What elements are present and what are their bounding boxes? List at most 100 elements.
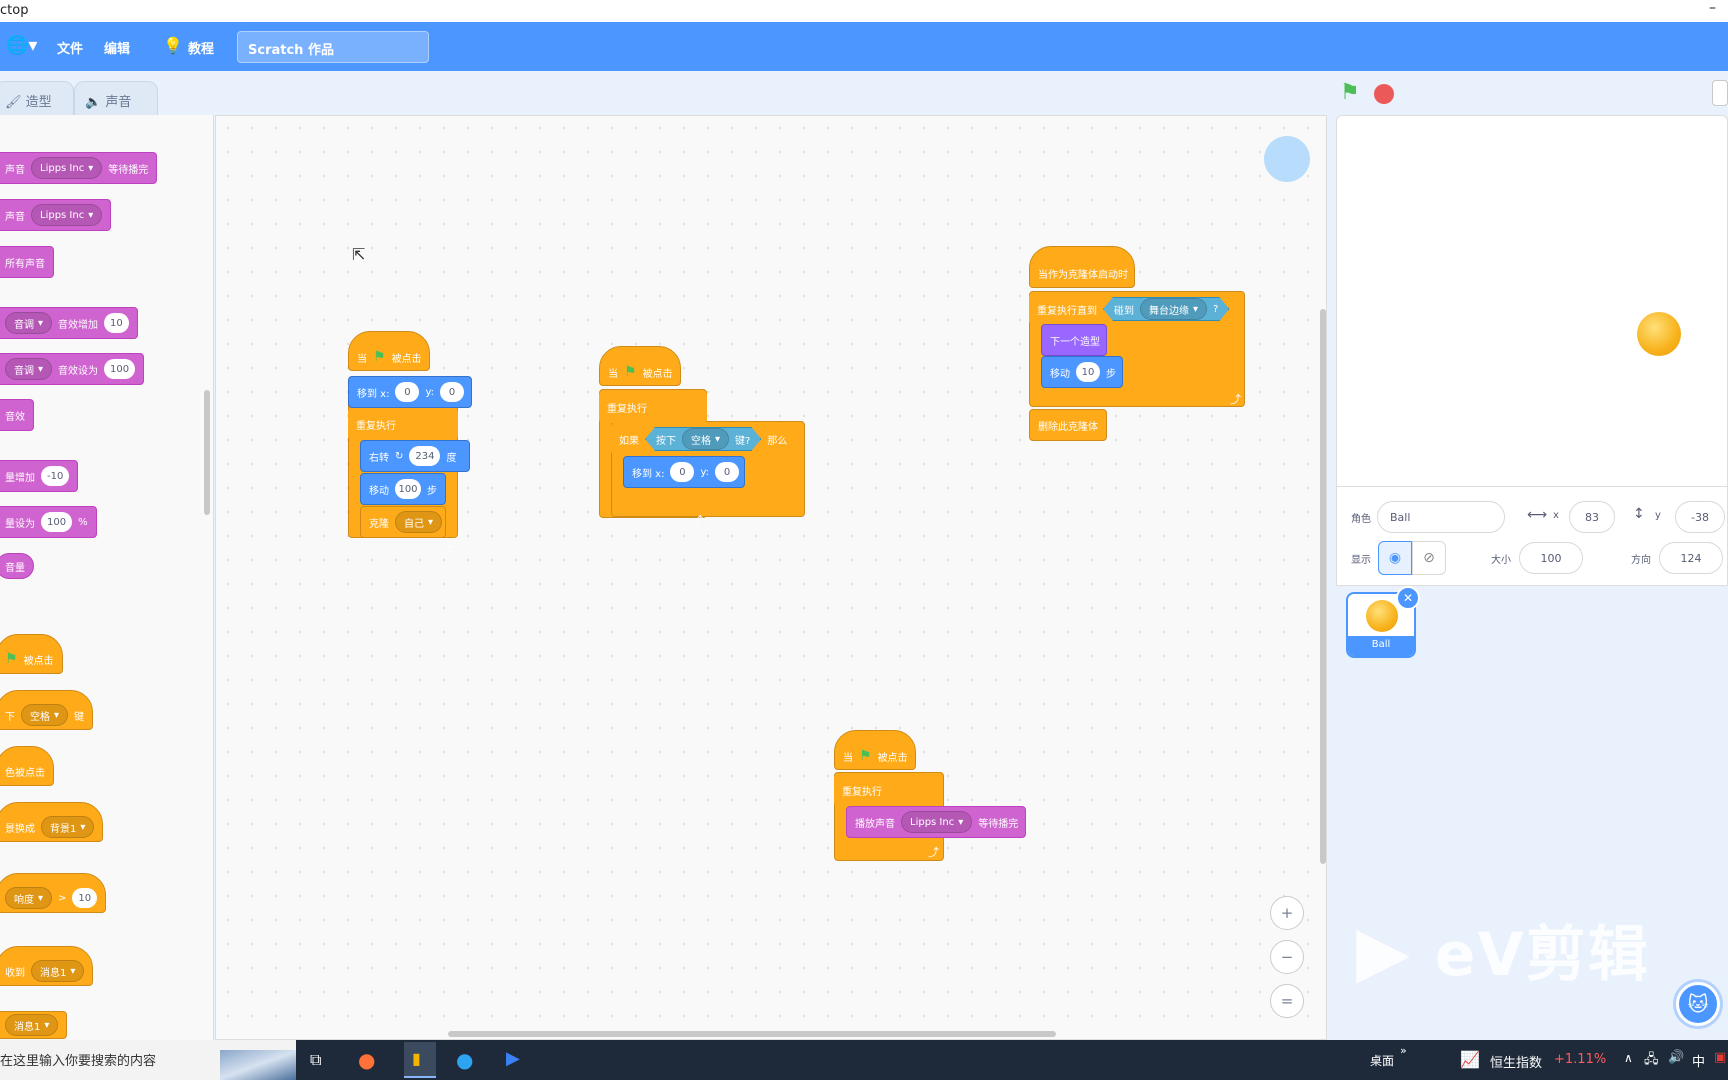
palette-block-stop-all-sounds[interactable]: 所有声音 [0,246,54,278]
y-input[interactable]: -38 [1675,501,1725,533]
taskbar: 在这里输入你要搜索的内容 ⧉ ● ▮ ● ▶ 桌面 » 📈 恒生指数 +1.11… [0,1040,1728,1080]
script-area[interactable]: ⇱ 当 ⚑ 被点击 移到 x: 0 y: 0 重复执行 右转 ↻ 234 度 移动 100 步 克隆… [215,115,1327,1040]
green-flag-icon: ⚑ [624,364,637,380]
ball-thumbnail-icon [1366,600,1398,632]
y-arrows-icon: ↕ [1633,506,1645,522]
zoom-out-button[interactable]: − [1270,940,1304,974]
ev-recorder-icon[interactable]: ▶ [506,1048,520,1069]
sprite-name-label: 角色 [1351,514,1371,525]
palette-block-change-effect[interactable]: 音调 ▾ 音效增加 10 [0,307,138,339]
menu-edit[interactable]: 编辑 [104,38,130,57]
palette-hat-receive[interactable]: 收到 消息1 ▾ [0,946,94,986]
ball-sprite[interactable] [1637,312,1681,356]
play-triangle-icon: ▶ [1356,910,1412,992]
size-input[interactable]: 100 [1519,542,1583,574]
firefox-icon[interactable]: ● [358,1048,375,1072]
eye-icon: ◉ [1388,550,1402,566]
hat-flag-clicked[interactable]: 当 ⚑ 被点击 [348,331,430,371]
hat-flag-clicked[interactable]: 当 ⚑ 被点击 [599,346,681,386]
eye-slash-icon: ⊘ [1423,550,1435,566]
sprite-ghost-icon [1264,136,1310,182]
y-label: y [1655,510,1661,521]
palette-block-clear-effects[interactable]: 音效 [0,399,34,431]
canvas-vertical-scrollbar[interactable] [1320,309,1326,864]
palette-hat-key-pressed[interactable]: 下空格 ▾ 键 [0,690,94,730]
show-visible-button[interactable]: ◉ [1378,541,1412,575]
menu-tutorial[interactable]: 教程 [188,38,214,57]
palette-block-start-sound[interactable]: 声音 Lipps Inc ▾ [0,199,112,231]
volume-icon[interactable]: 🔊 [1668,1050,1684,1065]
tab-sounds[interactable]: 🔈 声音 [74,81,158,115]
speaker-icon: 🔈 [85,95,102,110]
block-forever[interactable]: 重复执行 [348,408,458,440]
block-next-costume[interactable]: 下一个造型 [1041,324,1107,356]
hat-flag-clicked[interactable]: 当 ⚑ 被点击 [834,730,916,770]
lightbulb-icon: 💡 [163,36,183,55]
x-arrows-icon: ⟷ [1527,507,1548,523]
block-repeat-until[interactable]: 重复执行直到 碰到 舞台边缘 ▾? [1029,293,1243,325]
block-delete-clone[interactable]: 删除此克隆体 [1029,409,1107,441]
taskbar-desktop[interactable]: 桌面 [1370,1052,1394,1069]
taskbar-app-active[interactable]: ▮ [404,1042,436,1078]
canvas-horizontal-scrollbar[interactable] [448,1031,1056,1037]
block-if-then[interactable]: 如果 按下 空格 ▾ 键? 那么 [611,423,803,455]
notification-icon[interactable]: ▣ [1714,1050,1726,1065]
sprite-info-panel: 角色 Ball ⟷ x 83 ↕ y -38 显示 ◉ ⊘ 大小 100 方向 … [1336,486,1728,586]
sprite-name-input[interactable]: Ball [1377,501,1505,533]
palette-block-set-volume[interactable]: 量设为 100% [0,506,97,538]
zoom-reset-button[interactable]: = [1270,984,1304,1018]
network-icon[interactable]: 🖧 [1644,1050,1659,1072]
add-sprite-button[interactable]: 🐱 [1676,982,1720,1026]
stage-size-toggle[interactable] [1712,80,1728,106]
palette-hat-backdrop-switches[interactable]: 景换成 背景1 ▾ [0,802,104,842]
search-banner-image [220,1050,296,1080]
palette-block-change-volume[interactable]: 量增加 -10 [0,460,79,492]
show-hidden-button[interactable]: ⊘ [1412,541,1446,575]
palette-hat-greater-than[interactable]: 响度 ▾ >10 [0,873,107,913]
zoom-in-button[interactable]: + [1270,896,1304,930]
palette-block-set-effect[interactable]: 音调 ▾ 音效设为 100 [0,353,145,385]
minimize-button[interactable]: – [1709,0,1716,16]
palette-hat-flag-clicked[interactable]: ⚑ 被点击 [0,634,63,674]
block-goto-xy[interactable]: 移到 x: 0 y: 0 [348,376,472,408]
tab-costumes[interactable]: 🖌 造型 [0,81,74,115]
watermark-logo: ▶ eV剪辑 [1356,906,1650,993]
trash-icon: ✕ [1402,591,1414,605]
stage[interactable] [1336,115,1728,507]
project-title-input[interactable]: Scratch 作品 [237,31,429,63]
brush-icon: 🖌 [5,95,22,110]
block-turn-right[interactable]: 右转 ↻ 234 度 [360,440,470,472]
palette-block-broadcast[interactable]: 消息1 ▾ [0,1011,68,1039]
stock-name[interactable]: 恒生指数 [1490,1052,1542,1071]
sensing-key-pressed[interactable]: 按下 空格 ▾ 键? [645,427,761,451]
block-forever[interactable]: 重复执行 [599,391,707,423]
globe-icon[interactable]: 🌐▾ [6,35,37,56]
delete-sprite-button[interactable]: ✕ [1396,586,1420,610]
sensing-touching[interactable]: 碰到 舞台边缘 ▾? [1103,297,1229,321]
block-play-sound-until-done[interactable]: 播放声音 Lipps Inc ▾ 等待播完 [846,806,1026,838]
palette-reporter-volume[interactable]: 音量 [0,553,34,579]
window-title-bar: ctop – [0,0,1728,22]
block-goto-xy[interactable]: 移到 x: 0 y: 0 [623,456,745,488]
palette-hat-sprite-clicked[interactable]: 色被点击 [0,746,54,786]
palette-scrollbar[interactable] [204,390,210,515]
chevron-up-icon[interactable]: ∧ [1624,1051,1633,1065]
palette-block-play-until-done[interactable]: 声音 Lipps Inc ▾ 等待播完 [0,152,158,184]
ime-indicator[interactable]: 中 [1692,1051,1705,1070]
chevron-right-icon[interactable]: » [1400,1044,1407,1057]
task-view-icon[interactable]: ⧉ [310,1050,321,1070]
x-input[interactable]: 83 [1569,501,1615,533]
taskbar-search-box[interactable]: 在这里输入你要搜索的内容 [0,1040,296,1080]
block-forever[interactable]: 重复执行 [834,774,942,806]
block-move-steps[interactable]: 移动 100 步 [360,473,446,505]
green-flag-icon: ⚑ [5,651,18,667]
stop-button[interactable] [1374,84,1394,104]
block-move-steps[interactable]: 移动 10 步 [1041,356,1123,388]
direction-label: 方向 [1631,555,1651,566]
edge-icon[interactable]: ● [456,1048,473,1072]
block-create-clone[interactable]: 克隆 自己 ▾ [360,506,446,538]
menu-file[interactable]: 文件 [57,38,83,57]
green-flag-button[interactable]: ⚑ [1340,80,1360,105]
hat-when-start-as-clone[interactable]: 当作为克隆体启动时 [1029,246,1135,288]
direction-input[interactable]: 124 [1659,542,1723,574]
